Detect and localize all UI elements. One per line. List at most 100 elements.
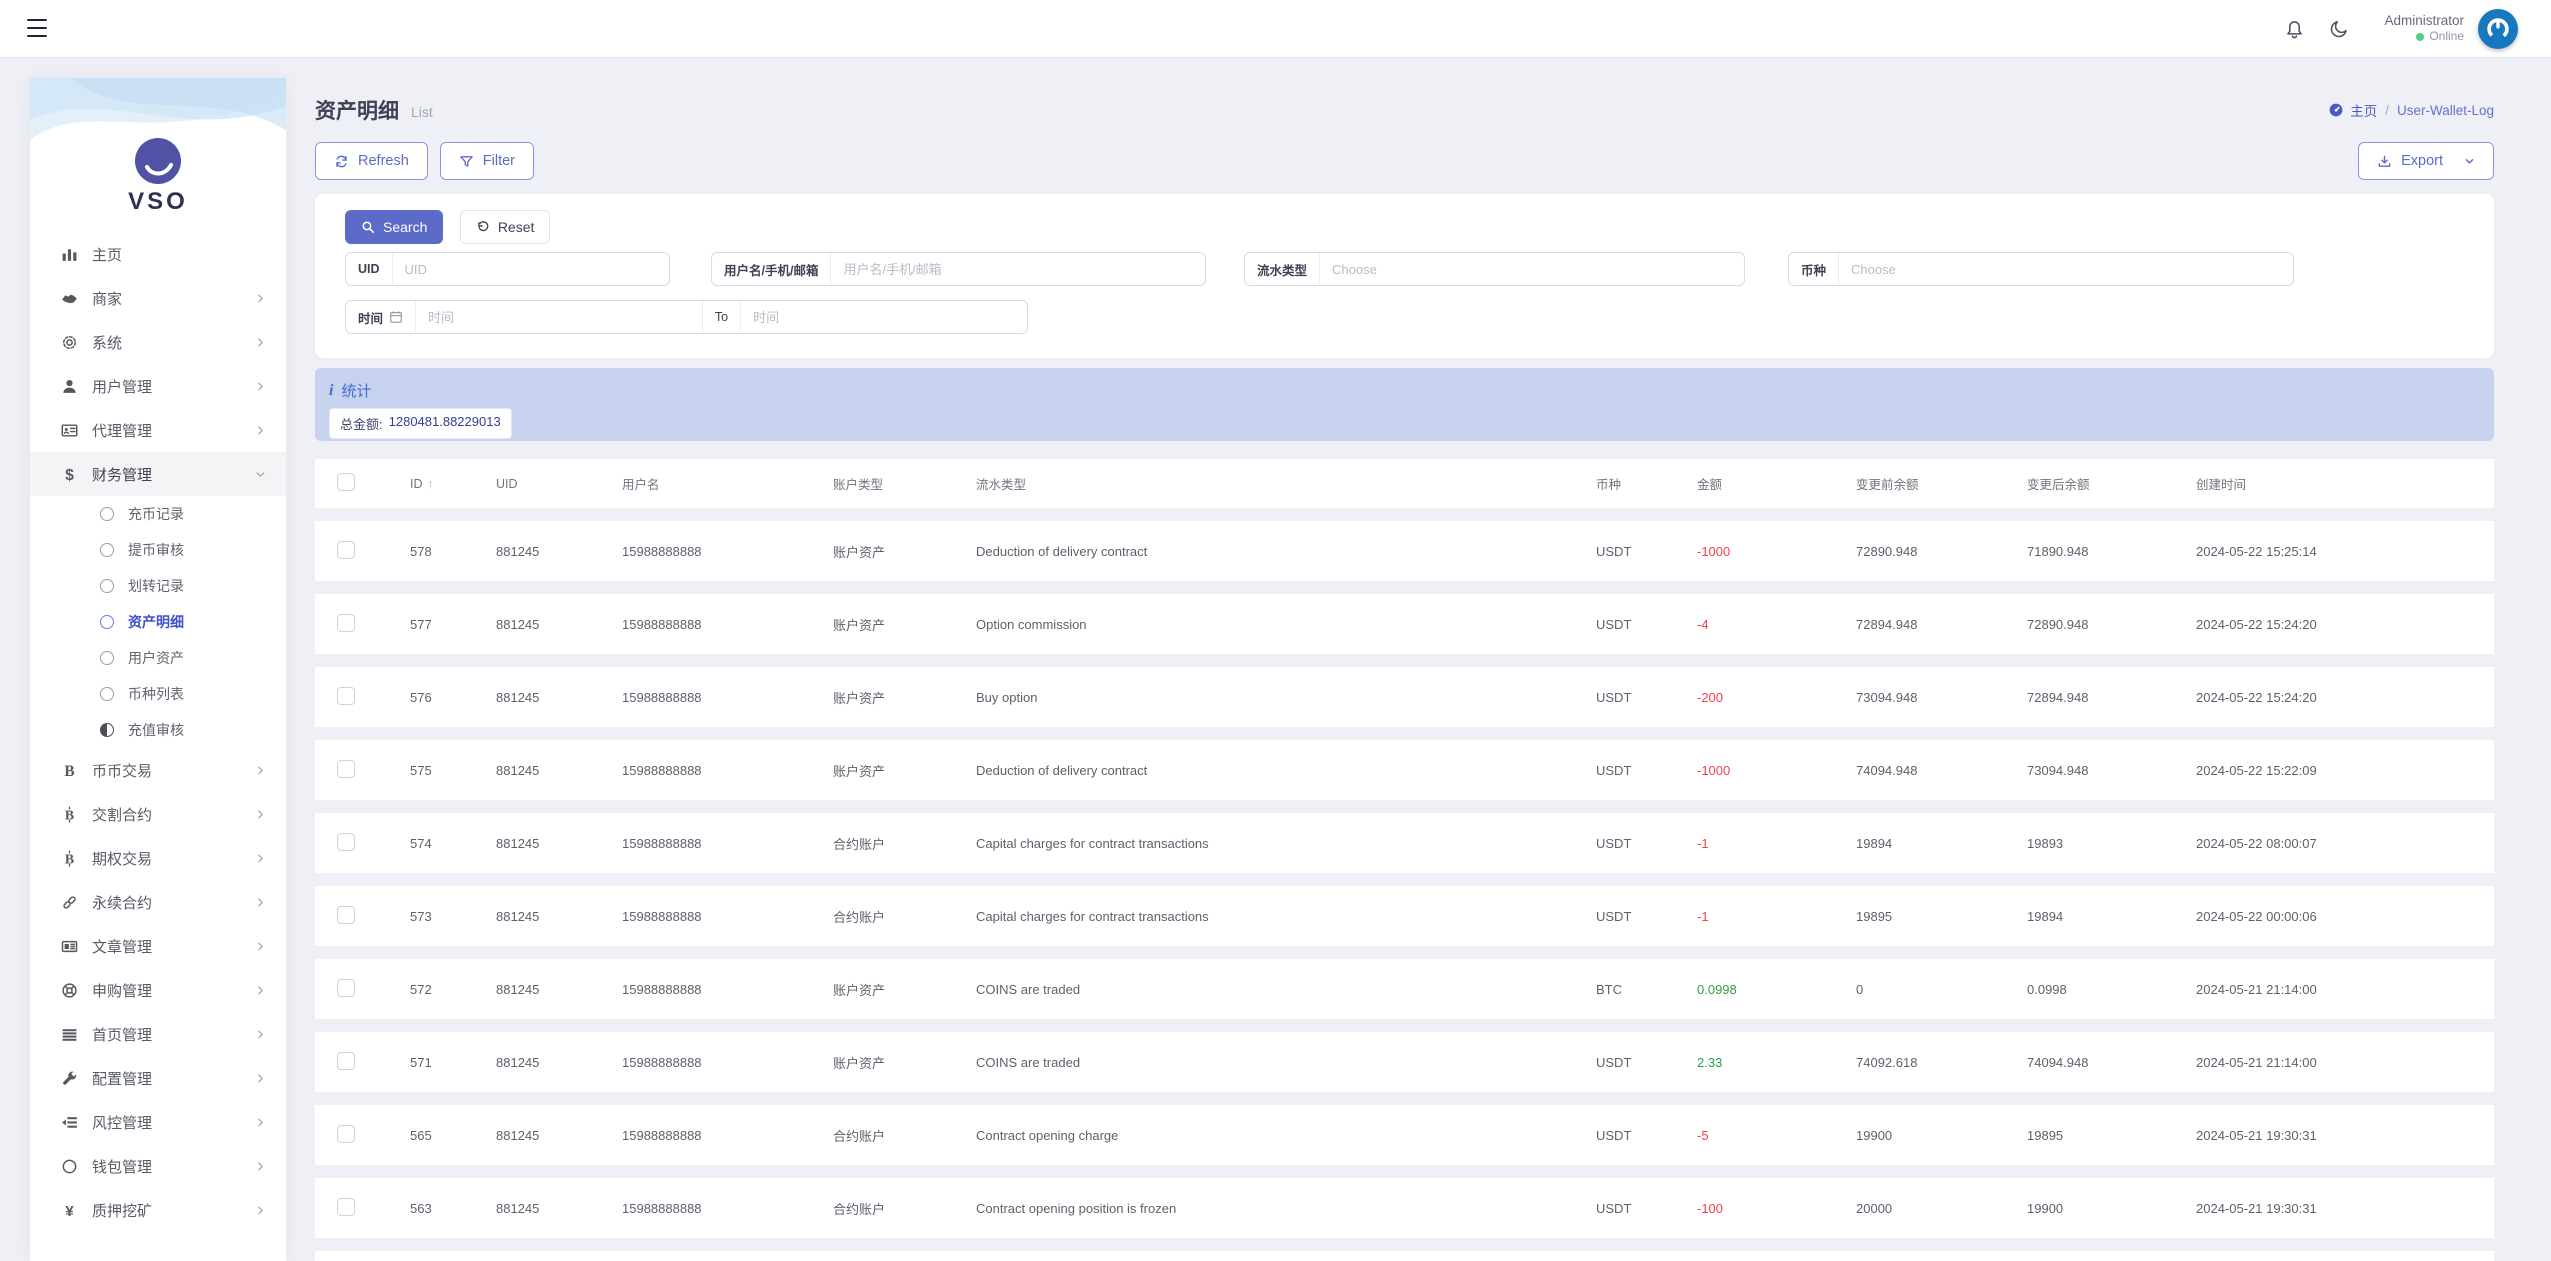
bell-icon[interactable] <box>2284 18 2305 39</box>
sidebar-subitem-transfer-records[interactable]: 划转记录 <box>30 568 286 604</box>
user-input[interactable] <box>831 261 1205 277</box>
row-checkbox[interactable] <box>337 759 355 778</box>
sidebar-submenu: 充币记录 提币审核 划转记录 资产明细 用户资产 币种列表 充值审核 <box>30 496 286 748</box>
cell-amount: 2.33 <box>1697 1054 1723 1070</box>
time-from-input[interactable] <box>416 309 702 325</box>
breadcrumb-home[interactable]: 主页 <box>2328 100 2377 120</box>
gear-icon <box>58 334 80 351</box>
search-button[interactable]: Search <box>345 210 444 244</box>
table-row: 574 881245 15988888888 合约账户 Capital charges … <box>315 813 2494 873</box>
row-checkbox[interactable] <box>337 1124 355 1143</box>
baht-icon: B <box>58 806 80 823</box>
sidebar-item-config-management[interactable]: 配置管理 <box>30 1056 286 1100</box>
sidebar-item-subscription-management[interactable]: 申购管理 <box>30 968 286 1012</box>
cell-username: 15988888888 <box>622 981 702 997</box>
sidebar-item-merchant[interactable]: 商家 <box>30 276 286 320</box>
row-checkbox[interactable] <box>337 832 355 851</box>
sidebar-item-risk-management[interactable]: 风控管理 <box>30 1100 286 1144</box>
cell-balance-after: 19900 <box>2027 1200 2064 1216</box>
row-checkbox[interactable] <box>337 1197 355 1216</box>
sidebar-subitem-recharge-review[interactable]: 充值审核 <box>30 712 286 748</box>
sidebar-item-finance-management[interactable]: $ 财务管理 <box>30 452 286 496</box>
cell-amount: -100 <box>1697 1200 1724 1216</box>
sidebar-item-delivery-contract[interactable]: B 交割合约 <box>30 792 286 836</box>
time-to-input[interactable] <box>741 309 1027 325</box>
row-checkbox[interactable] <box>337 905 355 924</box>
sidebar-item-home[interactable]: 主页 <box>30 232 286 276</box>
page-subtitle: List <box>411 104 433 120</box>
cell-amount: -1 <box>1697 835 1709 851</box>
column-header-coin: 币种 <box>1596 478 1622 492</box>
table-row-partial <box>315 1251 2494 1261</box>
cell-created-at: 2024-05-21 19:30:31 <box>2196 1127 2317 1143</box>
chevron-right-icon <box>255 765 266 776</box>
cell-amount: -1000 <box>1697 543 1731 559</box>
sidebar-item-spot-trading[interactable]: B 币币交易 <box>30 748 286 792</box>
row-checkbox[interactable] <box>337 978 355 997</box>
statistics-title: 统计 <box>341 383 372 400</box>
sidebar-item-system[interactable]: 系统 <box>30 320 286 364</box>
sidebar-subitem-withdraw-review[interactable]: 提币审核 <box>30 532 286 568</box>
cell-id: 578 <box>410 543 432 559</box>
refresh-button[interactable]: Refresh <box>315 142 428 180</box>
sidebar-subitem-user-assets[interactable]: 用户资产 <box>30 640 286 676</box>
cell-username: 15988888888 <box>622 1054 702 1070</box>
cell-balance-after: 72890.948 <box>2027 616 2089 632</box>
cell-balance-after: 19893 <box>2027 835 2064 851</box>
uid-input[interactable] <box>392 261 669 277</box>
row-checkbox[interactable] <box>337 1051 355 1070</box>
sidebar-subitem-asset-details[interactable]: 资产明细 <box>30 604 286 640</box>
sidebar-item-options-trading[interactable]: B 期权交易 <box>30 836 286 880</box>
outdent-icon <box>58 1114 80 1131</box>
cell-uid: 881245 <box>496 616 540 632</box>
brand-logo-icon[interactable] <box>135 138 181 184</box>
dashboard-gauge-icon <box>2329 103 2343 117</box>
reset-button[interactable]: Reset <box>459 210 551 244</box>
sidebar-item-perpetual-contract[interactable]: 永续合约 <box>30 880 286 924</box>
chart-bar-icon <box>58 246 80 263</box>
column-header-account-type: 账户类型 <box>833 478 884 492</box>
bars-icon <box>58 1026 80 1043</box>
brand-name[interactable]: VSO <box>30 188 286 216</box>
coin-input[interactable] <box>1839 261 2293 277</box>
cell-balance-after: 72894.948 <box>2027 689 2089 705</box>
select-all-checkbox[interactable] <box>337 473 355 491</box>
column-header-id[interactable]: ID ↑ <box>410 477 496 491</box>
download-icon <box>2377 154 2392 169</box>
time-to-label: To <box>701 301 742 333</box>
cell-coin: USDT <box>1596 1127 1632 1143</box>
row-checkbox[interactable] <box>337 540 355 559</box>
hamburger-menu-icon[interactable] <box>27 19 47 37</box>
circle-icon <box>58 1158 80 1175</box>
sidebar-item-article-management[interactable]: 文章管理 <box>30 924 286 968</box>
export-button[interactable]: Export <box>2358 142 2494 180</box>
cell-account-type: 账户资产 <box>833 544 886 560</box>
undo-icon <box>476 220 490 234</box>
cell-flow-type: Capital charges for contract transaction… <box>976 908 1209 924</box>
cell-balance-after: 73094.948 <box>2027 762 2089 778</box>
table-body: 578 881245 15988888888 账户资产 Deduction of del… <box>315 521 2494 1238</box>
table-row: 571 881245 15988888888 账户资产 COINS are traded… <box>315 1032 2494 1092</box>
cell-uid: 881245 <box>496 543 540 559</box>
chevron-right-icon <box>255 985 266 996</box>
cell-account-type: 合约账户 <box>833 909 886 925</box>
cell-balance-after: 74094.948 <box>2027 1054 2089 1070</box>
cell-balance-after: 19895 <box>2027 1127 2064 1143</box>
sidebar-item-agent-management[interactable]: 代理管理 <box>30 408 286 452</box>
avatar[interactable] <box>2478 8 2518 49</box>
sidebar-subitem-deposit-records[interactable]: 充币记录 <box>30 496 286 532</box>
chevron-right-icon <box>255 293 266 304</box>
row-checkbox[interactable] <box>337 686 355 705</box>
circle-outline-icon <box>100 615 114 629</box>
sidebar-item-wallet-management[interactable]: 钱包管理 <box>30 1144 286 1188</box>
sidebar-item-homepage-management[interactable]: 首页管理 <box>30 1012 286 1056</box>
filter-button[interactable]: Filter <box>439 142 535 180</box>
row-checkbox[interactable] <box>337 613 355 632</box>
cell-balance-before: 20000 <box>1856 1200 1893 1216</box>
moon-icon[interactable] <box>2329 18 2350 39</box>
flow-type-input[interactable] <box>1320 261 1744 277</box>
sidebar-subitem-coin-list[interactable]: 币种列表 <box>30 676 286 712</box>
sidebar-item-user-management[interactable]: 用户管理 <box>30 364 286 408</box>
cell-uid: 881245 <box>496 762 540 778</box>
sidebar-item-staking-mining[interactable]: ¥ 质押挖矿 <box>30 1188 286 1232</box>
